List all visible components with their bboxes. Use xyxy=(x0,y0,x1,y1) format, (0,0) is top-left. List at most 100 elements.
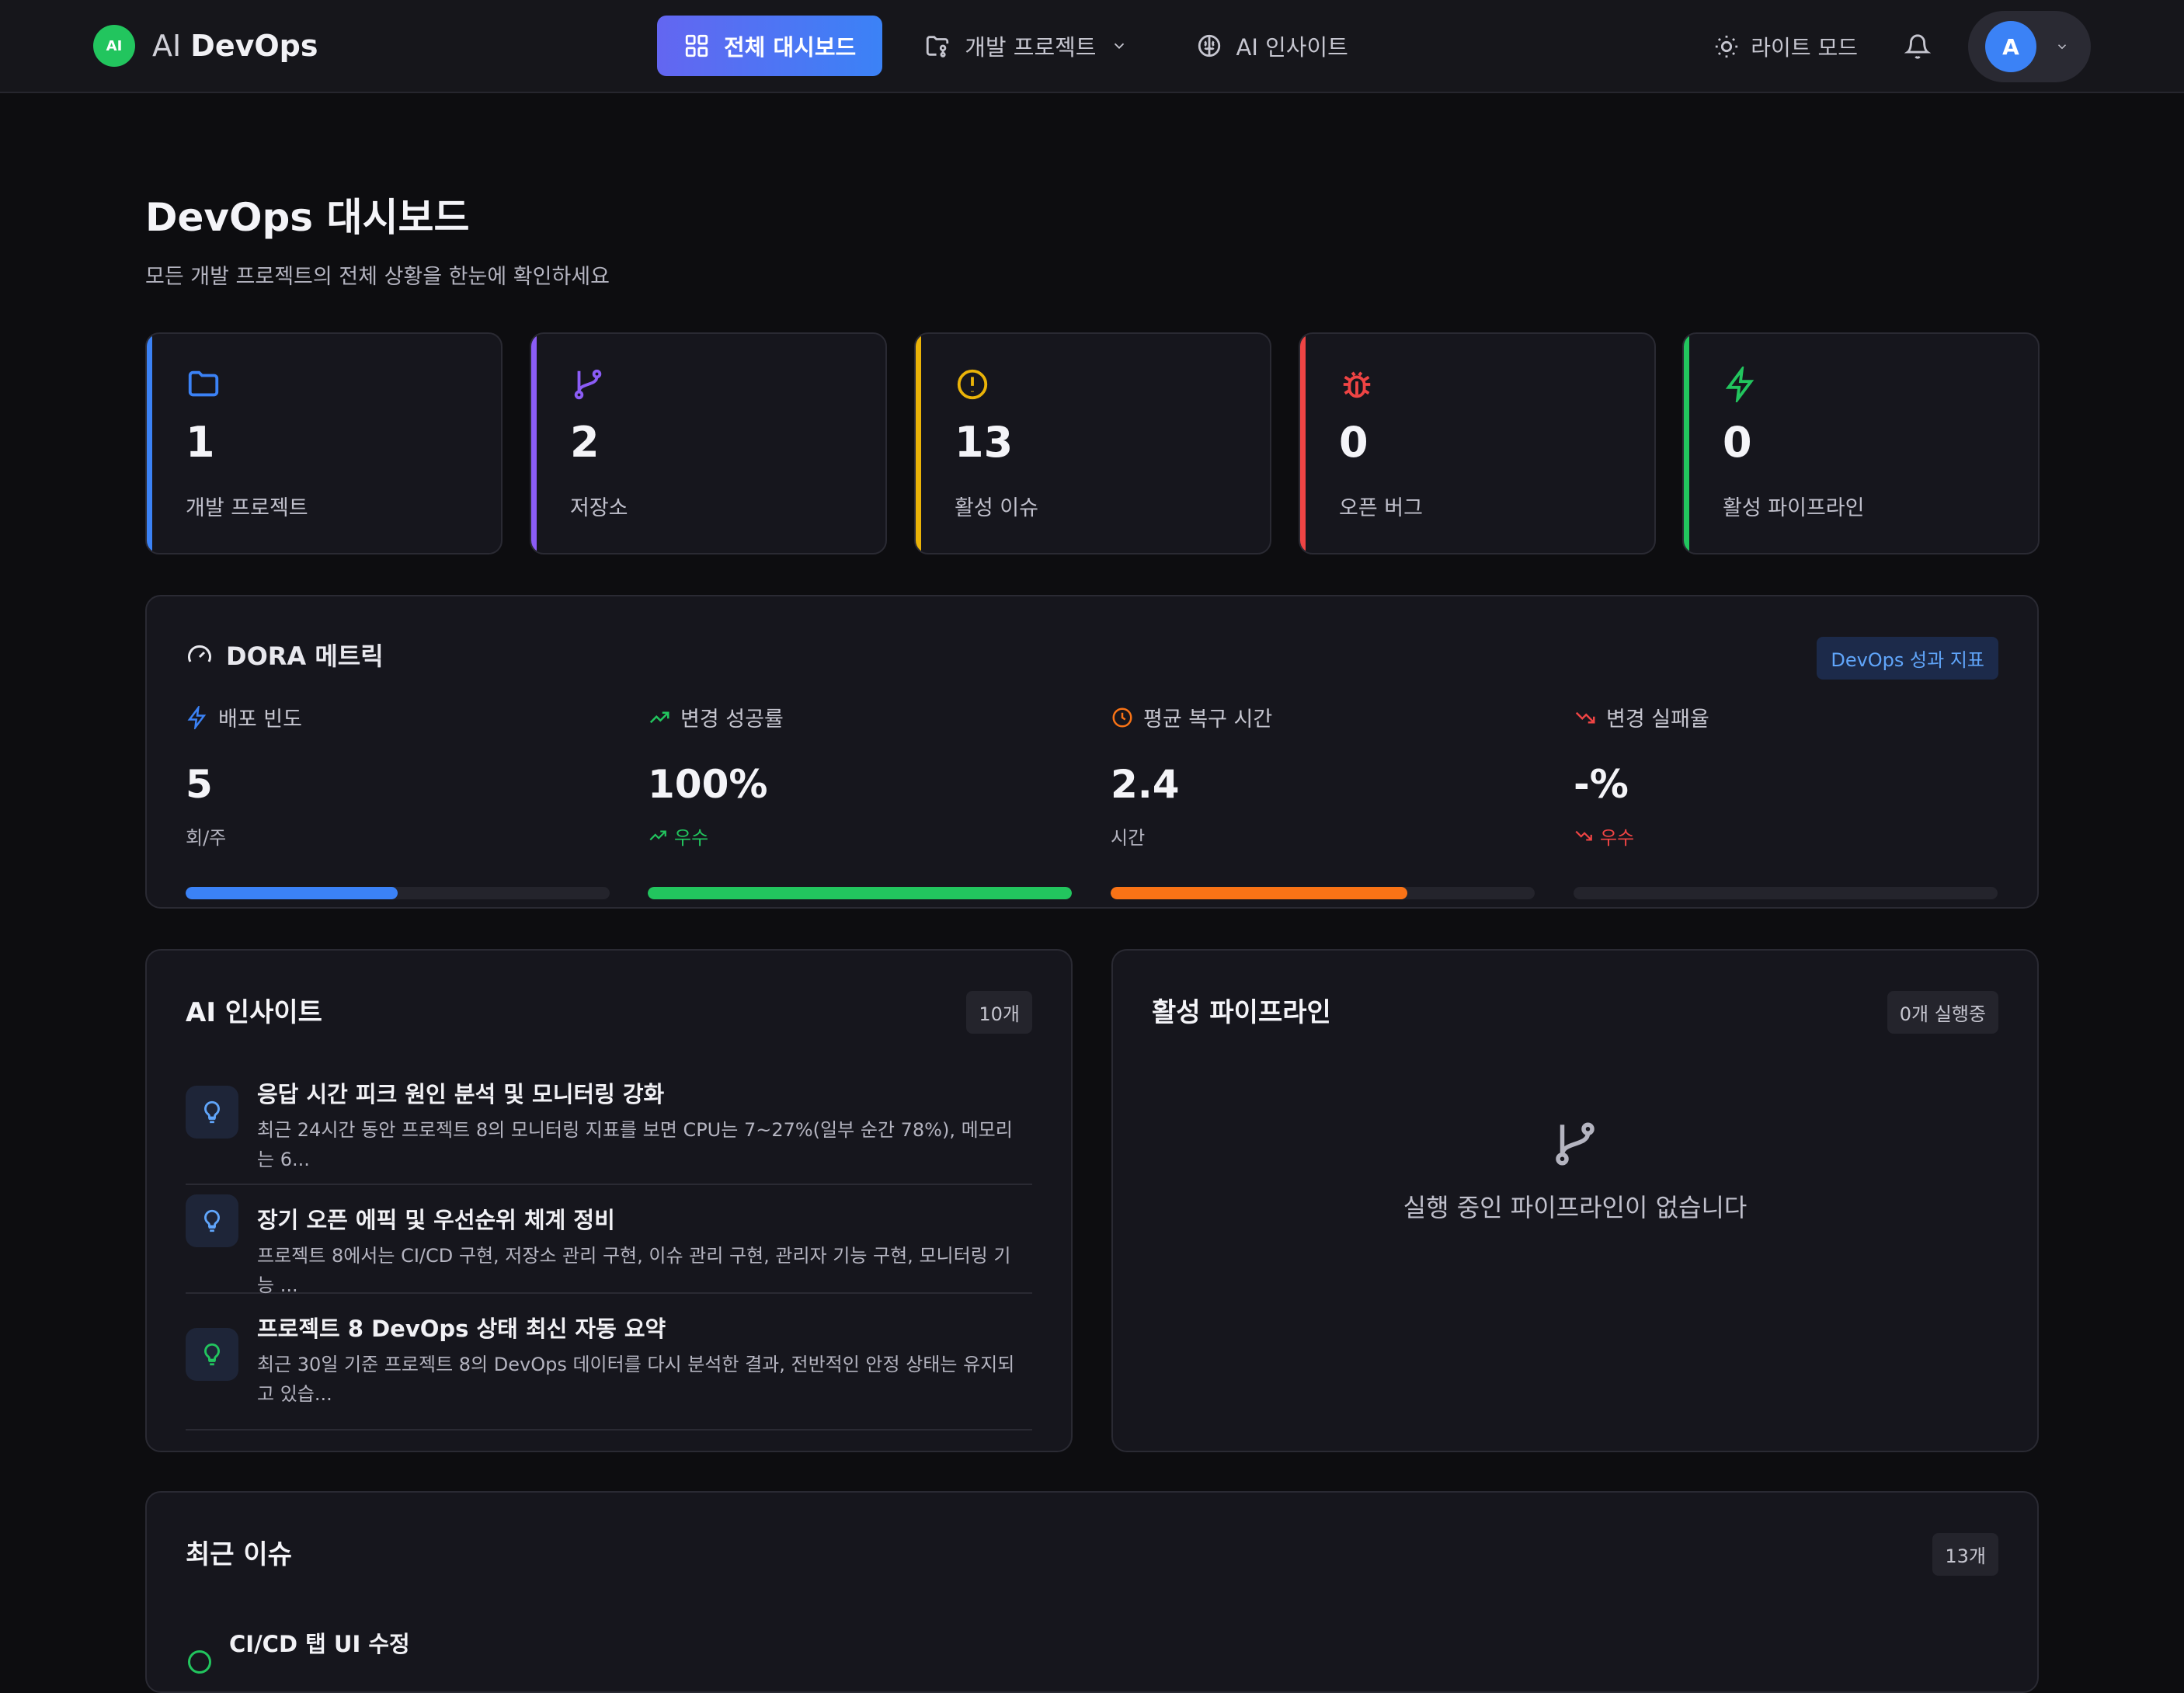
nav-insights[interactable]: AI 인사이트 xyxy=(1170,16,1375,76)
sun-icon xyxy=(1716,35,1738,58)
trending-down-icon xyxy=(1575,711,1595,723)
metric-sub: 회/주 xyxy=(186,824,610,849)
theme-toggle-label: 라이트 모드 xyxy=(1751,35,1858,61)
stat-card-repositories[interactable]: 2 저장소 xyxy=(530,332,887,554)
trending-up-icon xyxy=(649,830,666,841)
lightbulb-icon-wrap xyxy=(186,1194,238,1247)
chevron-down-icon xyxy=(2057,44,2067,50)
folder-git-icon xyxy=(927,36,949,57)
card-accent xyxy=(147,334,152,553)
stat-card-active-issues[interactable]: 13 활성 이슈 xyxy=(914,332,1271,554)
metric-sub: 우수 xyxy=(1574,824,1998,849)
stat-label: 활성 파이프라인 xyxy=(1723,496,1865,520)
nav-projects-label: 개발 프로젝트 xyxy=(965,34,1097,61)
stat-label: 오픈 버그 xyxy=(1339,496,1423,520)
insight-item[interactable]: 응답 시간 피크 원인 분석 및 모니터링 강화 최근 24시간 동안 프로젝트… xyxy=(186,1076,1032,1185)
clock-icon xyxy=(1112,707,1132,727)
panel-title: AI 인사이트 xyxy=(186,997,322,1028)
git-branch-icon xyxy=(1556,1122,1595,1166)
lightbulb-icon xyxy=(204,1209,220,1232)
stat-value: 0 xyxy=(1723,418,1752,467)
metric-header: 변경 성공률 xyxy=(648,702,1072,732)
stat-label: 개발 프로젝트 xyxy=(186,496,308,520)
circle-status-icon xyxy=(188,1650,211,1674)
card-accent xyxy=(531,334,537,553)
insight-item[interactable]: 프로젝트 8 DevOps 상태 최신 자동 요약 최근 30일 기준 프로젝트… xyxy=(186,1294,1032,1431)
stat-card-projects[interactable]: 1 개발 프로젝트 xyxy=(145,332,503,554)
metric-sub: 우수 xyxy=(648,824,1072,849)
insight-desc: 최근 30일 기준 프로젝트 8의 DevOps 데이터를 다시 분석한 결과,… xyxy=(257,1354,1015,1405)
stat-value: 1 xyxy=(186,418,215,467)
metric-change-failure-rate: 변경 실패율 -% 우수 xyxy=(1574,702,1998,899)
issues-count-badge: 13개 xyxy=(1932,1533,1998,1576)
metric-header: 평균 복구 시간 xyxy=(1111,702,1535,732)
empty-state: 실행 중인 파이프라인이 없습니다 xyxy=(1113,1118,2037,1224)
metric-mean-time-to-recovery: 평균 복구 시간 2.4 시간 xyxy=(1111,702,1535,899)
stat-value: 2 xyxy=(570,418,600,467)
metric-rating: 우수 xyxy=(674,826,709,849)
ai-insights-panel: AI 인사이트 10개 응답 시간 피크 원인 분석 및 모니터링 강화 최근 … xyxy=(145,949,1073,1452)
metric-change-success-rate: 변경 성공률 100% 우수 xyxy=(648,702,1072,899)
insights-count-badge: 10개 xyxy=(966,991,1032,1034)
panel-title: 활성 파이프라인 xyxy=(1152,997,1331,1028)
page-title: DevOps 대시보드 xyxy=(145,195,470,240)
card-accent xyxy=(916,334,921,553)
insight-desc: 최근 24시간 동안 프로젝트 8의 모니터링 지표를 보면 CPU는 7~27… xyxy=(257,1119,1013,1170)
app-name-main: DevOps xyxy=(190,29,318,63)
notifications-button[interactable] xyxy=(1895,12,1940,82)
metric-rating: 우수 xyxy=(1600,826,1635,849)
stat-card-active-pipelines[interactable]: 0 활성 파이프라인 xyxy=(1682,332,2040,554)
metric-progress-bar xyxy=(1111,887,1535,899)
metric-progress-fill xyxy=(648,887,1072,899)
metric-progress-bar xyxy=(186,887,610,899)
toolbar-right: 라이트 모드 A xyxy=(1704,11,2091,82)
recent-issues-panel: 최근 이슈 13개 CI/CD 탭 UI 수정 xyxy=(145,1491,2039,1693)
gauge-icon xyxy=(188,645,211,662)
insight-item[interactable]: 장기 오픈 에픽 및 우선순위 체계 정비 프로젝트 8에서는 CI/CD 구현… xyxy=(186,1185,1032,1296)
app-name-prefix: AI xyxy=(152,29,182,63)
metric-value: 100% xyxy=(648,762,768,807)
pipelines-count-badge: 0개 실행중 xyxy=(1887,991,1998,1034)
zap-icon xyxy=(187,705,207,729)
grid-icon xyxy=(685,34,708,57)
stat-label: 저장소 xyxy=(570,496,628,520)
folder-icon xyxy=(188,370,219,397)
user-menu-button[interactable]: A xyxy=(1968,11,2091,82)
nav-projects[interactable]: 개발 프로젝트 xyxy=(898,16,1153,76)
lightbulb-icon xyxy=(204,1100,220,1124)
metric-value: 5 xyxy=(186,762,213,807)
brain-icon xyxy=(1198,34,1220,57)
top-navbar: AI AI DevOps 전체 대시보드 개발 프로젝트 AI 인사이트 라이트… xyxy=(0,0,2184,93)
theme-toggle-button[interactable]: 라이트 모드 xyxy=(1704,12,1867,82)
page-subtitle: 모든 개발 프로젝트의 전체 상황을 한눈에 확인하세요 xyxy=(145,265,610,289)
lightbulb-icon-wrap xyxy=(186,1086,238,1139)
issue-item[interactable]: CI/CD 탭 UI 수정 xyxy=(186,1617,410,1676)
metric-unit: 회/주 xyxy=(186,826,227,849)
stat-value: 0 xyxy=(1339,418,1368,467)
metric-sub: 시간 xyxy=(1111,824,1535,849)
app-name: AI DevOps xyxy=(152,29,318,63)
metric-label: 변경 성공률 xyxy=(680,707,784,732)
metric-progress-bar xyxy=(1574,887,1998,899)
logo-badge: AI xyxy=(93,25,135,67)
insight-title: 프로젝트 8 DevOps 상태 최신 자동 요약 xyxy=(257,1316,666,1342)
chevron-down-icon xyxy=(1114,43,1124,50)
card-accent xyxy=(1684,334,1689,553)
app-logo[interactable]: AI AI DevOps xyxy=(93,25,318,67)
metric-header: 변경 실패율 xyxy=(1574,702,1998,732)
dora-title-text: DORA 메트릭 xyxy=(226,641,384,671)
bug-icon xyxy=(1343,371,1371,398)
zap-icon xyxy=(1725,367,1755,402)
nav-dashboard[interactable]: 전체 대시보드 xyxy=(657,16,883,76)
metric-label: 배포 빈도 xyxy=(218,707,302,732)
metric-unit: 시간 xyxy=(1111,826,1146,849)
metric-label: 변경 실패율 xyxy=(1606,707,1709,732)
stat-card-open-bugs[interactable]: 0 오픈 버그 xyxy=(1299,332,1656,554)
dora-title: DORA 메트릭 xyxy=(186,637,384,673)
alert-circle-icon xyxy=(957,369,988,400)
nav-insights-label: AI 인사이트 xyxy=(1236,34,1348,61)
main-nav: 전체 대시보드 개발 프로젝트 AI 인사이트 xyxy=(657,16,1375,76)
trending-up-icon xyxy=(649,711,669,723)
dora-tag: DevOps 성과 지표 xyxy=(1817,637,1998,680)
metric-label: 평균 복구 시간 xyxy=(1143,707,1273,732)
